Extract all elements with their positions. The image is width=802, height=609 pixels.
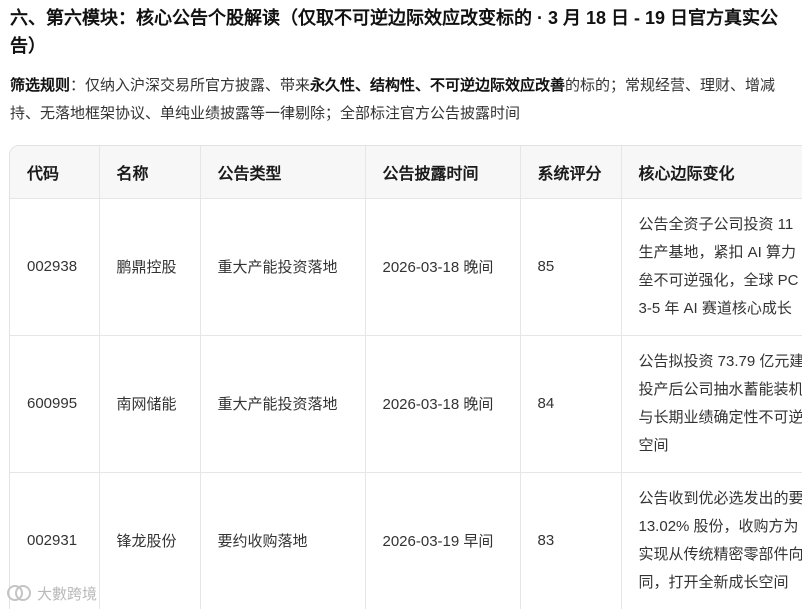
cell-change: 公告全资子公司投资 11 生产基地，紧扣 AI 算力 垒不可逆强化，全球 PC …: [621, 198, 802, 336]
watermark: 大數跨境: [6, 582, 97, 604]
watermark-text: 大數跨境: [37, 585, 98, 603]
header-change: 核心边际变化: [621, 146, 802, 199]
header-score: 系统评分: [520, 146, 622, 199]
change-line: 空间: [638, 436, 669, 454]
change-line: 与长期业绩确定性不可逆: [638, 408, 802, 426]
cell-score: 85: [520, 198, 622, 336]
cell-score: 83: [520, 472, 622, 609]
header-name: 名称: [99, 146, 201, 199]
change-line: 生产基地，紧扣 AI 算力: [638, 243, 797, 261]
announcement-table: 代码 名称 公告类型 公告披露时间 系统评分 核心边际变化 002938 鹏鼎控…: [10, 146, 802, 609]
header-time: 公告披露时间: [365, 146, 521, 199]
change-line: 公告拟投资 73.79 亿元建: [638, 352, 802, 370]
cell-change: 公告收到优必选发出的要 13.02% 股份，收购方为 实现从传统精密零部件向 同…: [621, 472, 802, 609]
cell-type: 要约收购落地: [200, 472, 366, 609]
cell-code: 002938: [10, 198, 100, 336]
change-line: 公告全资子公司投资 11: [638, 215, 794, 233]
cell-name: 南网储能: [99, 335, 201, 473]
announcement-table-container: 代码 名称 公告类型 公告披露时间 系统评分 核心边际变化 002938 鹏鼎控…: [9, 145, 802, 609]
logo-icon: [6, 583, 32, 603]
cell-name: 鹏鼎控股: [99, 198, 201, 336]
header-code: 代码: [10, 146, 100, 199]
change-line: 垒不可逆强化，全球 PC: [638, 271, 799, 289]
table-row: 002931 锋龙股份 要约收购落地 2026-03-19 早间 83 公告收到…: [10, 472, 802, 609]
filter-rule: 筛选规则：仅纳入沪深交易所官方披露、带来永久性、结构性、不可逆边际效应改善的标的…: [10, 72, 800, 128]
cell-time: 2026-03-18 晚间: [365, 335, 521, 473]
filter-rule-text-1: ：仅纳入沪深交易所官方披露、带来: [70, 77, 311, 94]
cell-code: 600995: [10, 335, 100, 473]
section-title: 六、第六模块：核心公告个股解读（仅取不可逆边际效应改变标的 · 3 月 18 日…: [10, 8, 779, 56]
header-type: 公告类型: [200, 146, 366, 199]
cell-change: 公告拟投资 73.79 亿元建 投产后公司抽水蓄能装机 与长期业绩确定性不可逆 …: [621, 335, 802, 473]
cell-type: 重大产能投资落地: [200, 335, 366, 473]
cell-type: 重大产能投资落地: [200, 198, 366, 336]
cell-time: 2026-03-19 早间: [365, 472, 521, 609]
filter-rule-emphasis: 永久性、结构性、不可逆边际效应改善: [310, 77, 566, 94]
change-line: 投产后公司抽水蓄能装机: [638, 380, 802, 398]
change-line: 13.02% 股份，收购方为: [638, 517, 799, 535]
change-line: 公告收到优必选发出的要: [638, 489, 802, 507]
change-line: 3-5 年 AI 赛道核心成长: [638, 299, 792, 317]
change-line: 同，打开全新成长空间: [638, 573, 789, 591]
table-header-row: 代码 名称 公告类型 公告披露时间 系统评分 核心边际变化: [10, 146, 802, 199]
change-line: 实现从传统精密零部件向: [638, 545, 802, 563]
cell-score: 84: [520, 335, 622, 473]
cell-time: 2026-03-18 晚间: [365, 198, 521, 336]
filter-rule-label: 筛选规则: [10, 77, 71, 94]
cell-name: 锋龙股份: [99, 472, 201, 609]
table-row: 600995 南网储能 重大产能投资落地 2026-03-18 晚间 84 公告…: [10, 335, 802, 473]
page: 六、第六模块：核心公告个股解读（仅取不可逆边际效应改变标的 · 3 月 18 日…: [0, 0, 802, 609]
table-row: 002938 鹏鼎控股 重大产能投资落地 2026-03-18 晚间 85 公告…: [10, 198, 802, 336]
